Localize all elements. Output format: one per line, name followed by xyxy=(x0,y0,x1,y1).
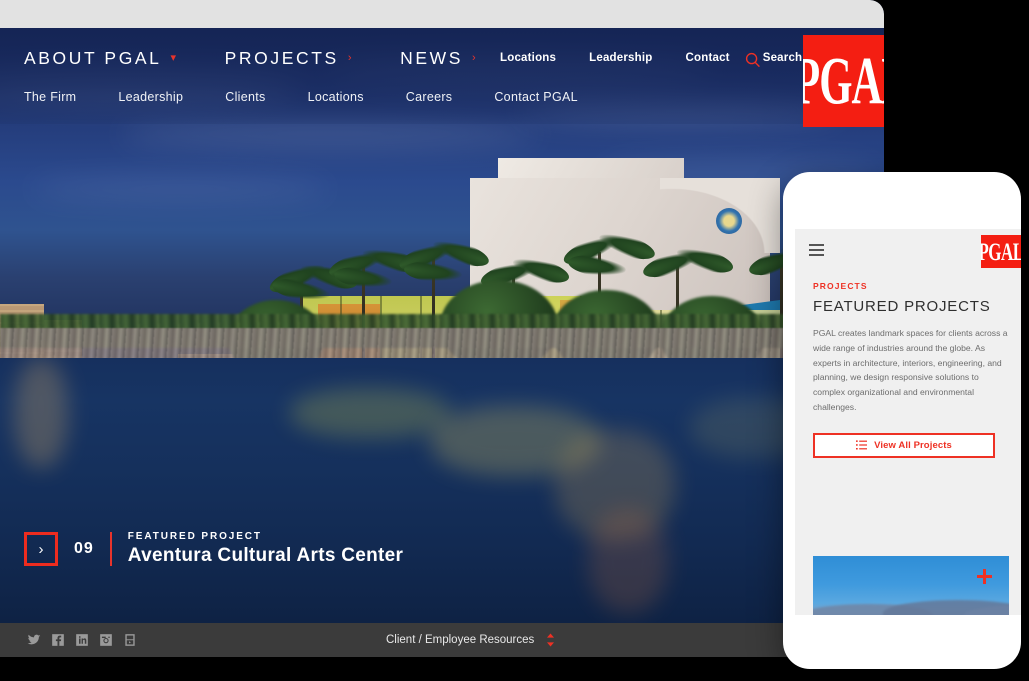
view-all-projects-button[interactable]: View All Projects xyxy=(813,432,995,458)
screenshot-stage: › 09 FEATURED PROJECT Aventura Cultural … xyxy=(0,0,1029,681)
mobile-header: PGAL xyxy=(795,229,1021,275)
water-reflection xyxy=(588,508,668,613)
cloud xyxy=(30,178,330,200)
youtube-icon[interactable] xyxy=(123,633,137,647)
nav-item-news[interactable]: NEWS › xyxy=(400,48,478,69)
browser-title-bar xyxy=(0,0,884,28)
chevron-down-icon: ▾ xyxy=(170,52,179,64)
hamburger-menu-icon[interactable] xyxy=(809,244,824,259)
nav-label: NEWS xyxy=(400,48,463,68)
search-icon[interactable] xyxy=(745,52,761,73)
water-reflection xyxy=(14,358,68,468)
nav-label: ABOUT PGAL xyxy=(24,48,162,68)
slide-number: 09 xyxy=(74,540,94,557)
nav-gradient-overlay xyxy=(0,28,884,124)
facebook-icon[interactable] xyxy=(51,633,65,647)
nav-label: PROJECTS xyxy=(224,48,339,68)
linkedin-icon[interactable] xyxy=(75,633,89,647)
utility-item-contact[interactable]: Contact xyxy=(685,52,729,64)
hamburger-bar xyxy=(809,244,824,246)
mobile-page-title: FEATURED PROJECTS xyxy=(813,298,991,315)
subnav-item-careers[interactable]: Careers xyxy=(406,90,453,104)
pgal-logo-desktop[interactable]: PGAL xyxy=(803,35,884,127)
twitter-icon[interactable] xyxy=(27,633,41,647)
caption-title[interactable]: Aventura Cultural Arts Center xyxy=(128,545,403,567)
next-slide-button[interactable]: › xyxy=(24,532,58,566)
chevron-up-down-glyph xyxy=(547,633,555,647)
hamburger-bar xyxy=(809,254,824,256)
mobile-device-mockup: PGAL PROJECTS FEATURED PROJECTS PGAL cre… xyxy=(783,172,1021,669)
mobile-eyebrow: PROJECTS xyxy=(813,281,868,291)
water xyxy=(0,358,884,623)
mobile-project-thumbnail[interactable] xyxy=(813,556,1009,615)
subnav-item-the-firm[interactable]: The Firm xyxy=(24,90,76,104)
primary-navigation: ABOUT PGAL ▾ PROJECTS › NEWS › xyxy=(24,48,478,69)
pgal-logo-text: PGAL xyxy=(803,42,884,118)
desktop-browser-window: › 09 FEATURED PROJECT Aventura Cultural … xyxy=(0,0,884,657)
resources-label[interactable]: Client / Employee Resources xyxy=(386,634,534,646)
mobile-screen: PGAL PROJECTS FEATURED PROJECTS PGAL cre… xyxy=(795,229,1021,615)
chevron-right-icon: › xyxy=(471,52,479,64)
water-reflection xyxy=(290,388,450,438)
mobile-content: PROJECTS FEATURED PROJECTS PGAL creates … xyxy=(813,281,1009,458)
caption-divider xyxy=(109,532,112,566)
palm-frond xyxy=(403,259,463,285)
utility-item-locations[interactable]: Locations xyxy=(500,52,556,64)
search-glyph xyxy=(745,52,760,68)
subnav-item-clients[interactable]: Clients xyxy=(225,90,265,104)
client-employee-resources: Client / Employee Resources xyxy=(386,633,555,647)
nav-item-projects[interactable]: PROJECTS › xyxy=(225,48,354,69)
arts-center-seal xyxy=(716,208,742,234)
instagram-icon[interactable] xyxy=(99,633,113,647)
hamburger-bar xyxy=(809,249,824,251)
chevron-up-down-icon[interactable] xyxy=(546,633,555,647)
subnav-item-contact-pgal[interactable]: Contact PGAL xyxy=(494,90,578,104)
site-footer-bar: Client / Employee Resources xyxy=(0,623,884,657)
social-links xyxy=(27,633,137,647)
utility-item-leadership[interactable]: Leadership xyxy=(589,52,652,64)
pgal-logo-mobile[interactable]: PGAL xyxy=(981,235,1021,268)
cloud xyxy=(120,120,540,148)
nav-item-about-pgal[interactable]: ABOUT PGAL ▾ xyxy=(24,48,179,69)
sub-navigation: The Firm Leadership Clients Locations Ca… xyxy=(24,90,578,104)
next-slide-icon: › xyxy=(38,540,44,558)
chevron-right-icon: › xyxy=(347,52,355,64)
subnav-item-leadership[interactable]: Leadership xyxy=(118,90,183,104)
utility-item-search[interactable]: Search xyxy=(763,52,803,64)
subnav-item-locations[interactable]: Locations xyxy=(308,90,364,104)
mobile-paragraph: PGAL creates landmark spaces for clients… xyxy=(813,328,1008,412)
pgal-logo-text-mobile: PGAL xyxy=(981,237,1021,266)
view-all-projects-label: View All Projects xyxy=(874,439,952,451)
plus-icon[interactable] xyxy=(977,569,992,584)
caption-text-group: FEATURED PROJECT Aventura Cultural Arts … xyxy=(128,531,403,567)
list-icon xyxy=(856,440,868,450)
featured-project-caption: › 09 FEATURED PROJECT Aventura Cultural … xyxy=(24,531,403,567)
caption-eyebrow: FEATURED PROJECT xyxy=(127,531,262,542)
